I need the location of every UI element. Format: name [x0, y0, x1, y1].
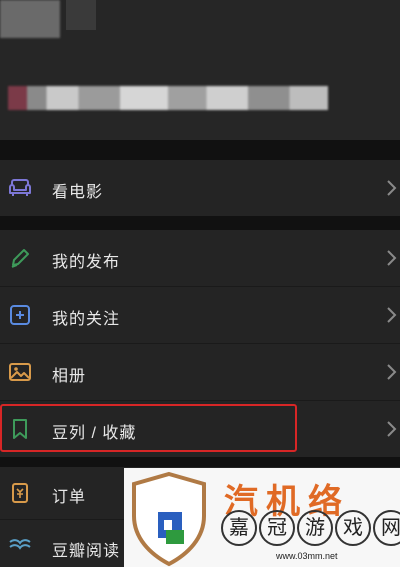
- avatar[interactable]: [0, 0, 60, 38]
- section-separator: [0, 140, 400, 160]
- pencil-icon: [11, 249, 29, 268]
- profile-header: [0, 0, 400, 140]
- watermark-char: 冠: [259, 510, 295, 546]
- avatar-secondary: [66, 0, 96, 30]
- watermark-logo: [132, 471, 206, 567]
- watermark-char: 戏: [335, 510, 371, 546]
- section-separator: [0, 216, 400, 230]
- menu-item-label: 相册: [52, 368, 87, 385]
- chevron-right-icon: [387, 421, 397, 437]
- watermark-chars: 嘉冠游戏网: [221, 510, 400, 546]
- menu-item-my-posts[interactable]: 我的发布: [0, 230, 400, 286]
- menu-item-label: 我的关注: [52, 311, 121, 328]
- menu-item-label: 豆瓣阅读: [52, 543, 121, 560]
- watermark-char: 网: [373, 510, 400, 546]
- blurred-user-info: [8, 86, 328, 110]
- watermark-url: www.03mm.net: [276, 551, 338, 561]
- watermark-overlay: 汽机络 嘉冠游戏网 www.03mm.net: [124, 468, 400, 567]
- plus-box-icon: [10, 305, 30, 325]
- highlight-box: [0, 404, 297, 452]
- menu-item-following[interactable]: 我的关注: [0, 287, 400, 343]
- watermark-char: 游: [297, 510, 333, 546]
- image-icon: [9, 363, 31, 381]
- menu-item-movies[interactable]: 看电影: [0, 160, 400, 216]
- chevron-right-icon: [387, 250, 397, 266]
- section-separator: [0, 457, 400, 467]
- watermark-char: 嘉: [221, 510, 257, 546]
- menu-item-label: 订单: [52, 489, 87, 506]
- menu-item-label: 看电影: [52, 184, 104, 201]
- chevron-right-icon: [387, 307, 397, 323]
- book-icon: [9, 539, 31, 550]
- menu-item-albums[interactable]: 相册: [0, 344, 400, 400]
- order-icon: [12, 483, 28, 503]
- menu-item-label: 我的发布: [52, 254, 121, 271]
- sofa-icon: [9, 179, 31, 196]
- chevron-right-icon: [387, 180, 397, 196]
- chevron-right-icon: [387, 364, 397, 380]
